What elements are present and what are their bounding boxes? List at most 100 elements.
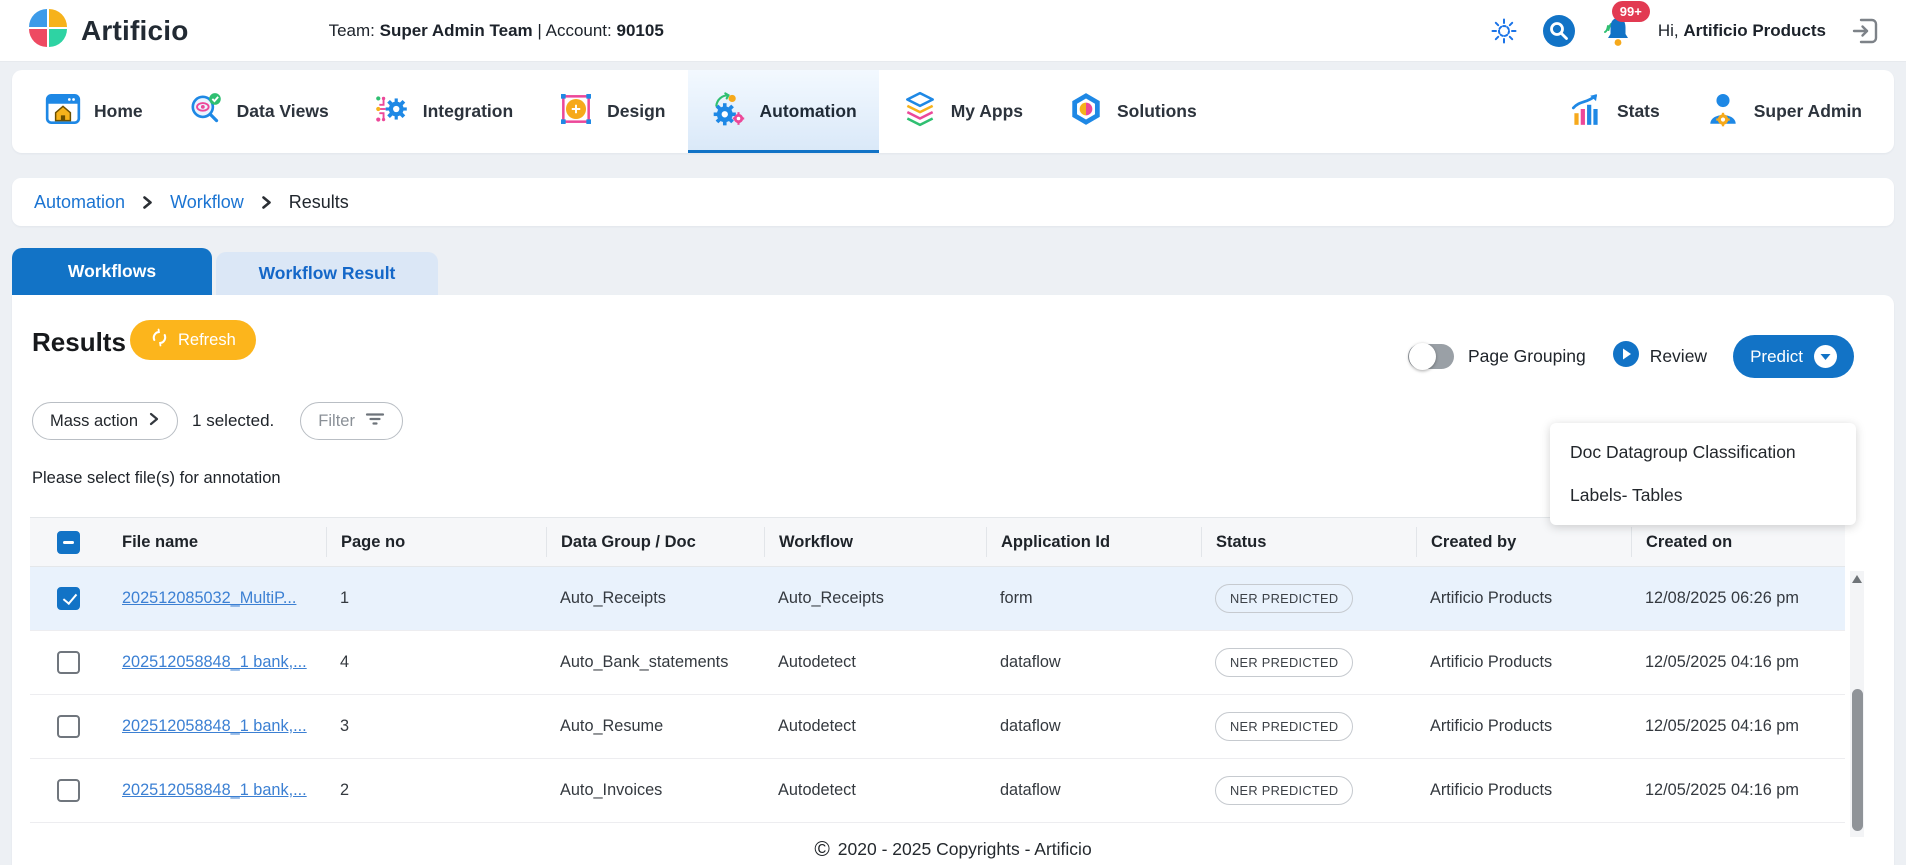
breadcrumb-workflow[interactable]: Workflow: [170, 192, 244, 213]
table-row[interactable]: 202512058848_1 bank,... 2 Auto_Invoices …: [30, 759, 1845, 823]
nav-item-design[interactable]: Design: [535, 70, 687, 153]
nav-item-integration[interactable]: Integration: [351, 70, 535, 153]
nav-item-automation[interactable]: Automation: [688, 70, 879, 153]
main-nav: Home Data Views: [12, 70, 1894, 153]
notification-count-badge: 99+: [1612, 1, 1650, 22]
chevron-right-icon: [260, 195, 273, 210]
footer: © 2020 - 2025 Copyrights - Artificio: [12, 839, 1894, 860]
workflow-cell: Auto_Receipts: [764, 589, 986, 608]
col-data-group[interactable]: Data Group / Doc: [546, 527, 764, 557]
table-actions-row: Mass action 1 selected. Filter: [32, 402, 403, 440]
copyright-icon: ©: [814, 839, 829, 860]
logout-icon[interactable]: [1850, 16, 1880, 46]
created-on-cell: 12/05/2025 04:16 pm: [1631, 653, 1845, 672]
application-id-cell: dataflow: [986, 781, 1201, 800]
annotation-hint: Please select file(s) for annotation: [32, 469, 281, 488]
search-icon[interactable]: [1542, 14, 1576, 48]
created-on-cell: 12/08/2025 06:26 pm: [1631, 589, 1845, 608]
filter-icon: [365, 412, 385, 431]
brand-logo[interactable]: Artificio: [26, 6, 189, 55]
table-row[interactable]: 202512058848_1 bank,... 4 Auto_Bank_stat…: [30, 631, 1845, 695]
col-application-id[interactable]: Application Id: [986, 527, 1201, 557]
created-by-cell: Artificio Products: [1416, 589, 1631, 608]
review-button[interactable]: Review: [1612, 340, 1707, 373]
scrollbar-thumb[interactable]: [1852, 689, 1863, 831]
page-title: Results: [32, 327, 126, 358]
account-number: 90105: [617, 21, 664, 40]
tab-workflows[interactable]: Workflows: [12, 248, 212, 295]
col-created-on[interactable]: Created on: [1631, 527, 1845, 557]
notifications-bell-icon[interactable]: 99+: [1600, 13, 1634, 49]
col-page-no[interactable]: Page no: [326, 527, 546, 557]
page-grouping-toggle[interactable]: [1408, 344, 1454, 369]
row-checkbox[interactable]: [57, 715, 80, 738]
chevron-right-icon: [141, 195, 154, 210]
app-root: Artificio Team: Super Admin Team | Accou…: [0, 0, 1906, 865]
nav-item-stats[interactable]: Stats: [1545, 70, 1682, 153]
filter-button[interactable]: Filter: [300, 402, 403, 440]
theme-toggle-sun-icon[interactable]: [1490, 17, 1518, 45]
menu-item-doc-datagroup-classification[interactable]: Doc Datagroup Classification: [1550, 431, 1856, 474]
chevron-down-icon: [1814, 345, 1837, 368]
col-file-name[interactable]: File name: [108, 527, 326, 557]
scroll-up-arrow-icon[interactable]: [1852, 575, 1862, 583]
col-status[interactable]: Status: [1201, 527, 1416, 557]
user-name: Artificio Products: [1683, 21, 1826, 40]
row-checkbox[interactable]: [57, 651, 80, 674]
predict-button[interactable]: Predict: [1733, 335, 1854, 378]
file-name-link[interactable]: 202512085032_MultiP...: [122, 589, 296, 607]
team-account-info: Team: Super Admin Team | Account: 90105: [329, 21, 664, 41]
application-id-cell: form: [986, 589, 1201, 608]
results-table: File name Page no Data Group / Doc Workf…: [30, 517, 1845, 823]
table-row[interactable]: 202512058848_1 bank,... 3 Auto_Resume Au…: [30, 695, 1845, 759]
status-badge: NER PREDICTED: [1215, 648, 1353, 677]
select-all-checkbox[interactable]: [57, 531, 80, 554]
col-created-by[interactable]: Created by: [1416, 527, 1631, 557]
stats-icon: [1567, 90, 1605, 133]
breadcrumb-results: Results: [289, 192, 349, 213]
col-workflow[interactable]: Workflow: [764, 527, 986, 557]
page-grouping-label: Page Grouping: [1468, 346, 1586, 367]
created-by-cell: Artificio Products: [1416, 717, 1631, 736]
row-checkbox[interactable]: [57, 779, 80, 802]
data-group-cell: Auto_Bank_statements: [546, 653, 764, 672]
nav-item-home[interactable]: Home: [22, 70, 165, 153]
vertical-scrollbar[interactable]: [1850, 571, 1864, 837]
brand-name: Artificio: [81, 15, 189, 47]
file-name-link[interactable]: 202512058848_1 bank,...: [122, 653, 307, 671]
integration-icon: [373, 90, 411, 133]
team-name: Super Admin Team: [380, 21, 533, 40]
status-badge: NER PREDICTED: [1215, 776, 1353, 805]
breadcrumb-automation[interactable]: Automation: [34, 192, 125, 213]
play-circle-icon: [1612, 340, 1640, 373]
menu-item-labels-tables[interactable]: Labels- Tables: [1550, 474, 1856, 517]
copyright-text: 2020 - 2025 Copyrights - Artificio: [838, 839, 1092, 860]
refresh-button[interactable]: Refresh: [130, 320, 256, 360]
tab-workflow-result[interactable]: Workflow Result: [216, 252, 438, 295]
table-body: 202512085032_MultiP... 1 Auto_Receipts A…: [30, 567, 1845, 823]
user-greeting: Hi, Artificio Products: [1658, 21, 1826, 41]
table-row[interactable]: 202512085032_MultiP... 1 Auto_Receipts A…: [30, 567, 1845, 631]
nav-item-super-admin[interactable]: Super Admin: [1682, 70, 1884, 153]
super-admin-icon: [1704, 90, 1742, 133]
created-on-cell: 12/05/2025 04:16 pm: [1631, 781, 1845, 800]
artificio-logo-icon: [26, 6, 70, 55]
page-no-cell: 2: [326, 781, 546, 800]
design-icon: [557, 90, 595, 133]
workflow-cell: Autodetect: [764, 717, 986, 736]
data-views-icon: [187, 90, 225, 133]
page-no-cell: 1: [326, 589, 546, 608]
file-name-link[interactable]: 202512058848_1 bank,...: [122, 717, 307, 735]
workflow-cell: Autodetect: [764, 781, 986, 800]
data-group-cell: Auto_Invoices: [546, 781, 764, 800]
nav-item-data-views[interactable]: Data Views: [165, 70, 351, 153]
nav-item-solutions[interactable]: Solutions: [1045, 70, 1219, 153]
created-by-cell: Artificio Products: [1416, 781, 1631, 800]
application-id-cell: dataflow: [986, 653, 1201, 672]
nav-item-my-apps[interactable]: My Apps: [879, 70, 1045, 153]
mass-action-button[interactable]: Mass action: [32, 402, 178, 440]
file-name-link[interactable]: 202512058848_1 bank,...: [122, 781, 307, 799]
page-no-cell: 4: [326, 653, 546, 672]
row-checkbox[interactable]: [57, 587, 80, 610]
workflow-tabs: Workflows Workflow Result: [12, 248, 438, 295]
